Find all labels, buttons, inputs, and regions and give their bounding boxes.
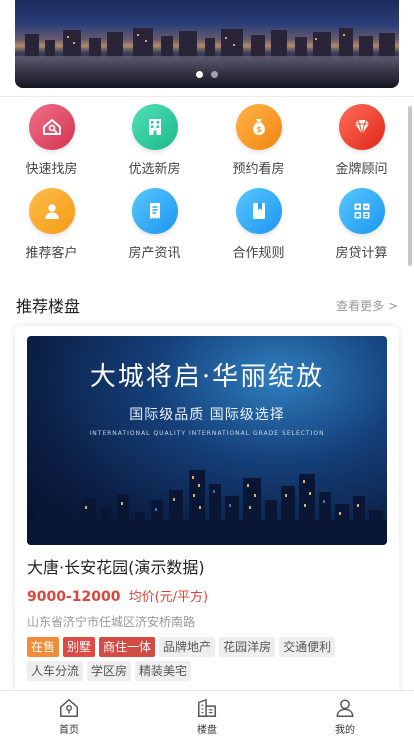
property-image[interactable]: 大城将启·华丽绽放 国际级品质 国际级选择 INTERNATIONAL QUAL…: [27, 336, 387, 545]
carousel-dot[interactable]: [196, 71, 203, 78]
menu-item-diamond[interactable]: 金牌顾问: [310, 104, 413, 177]
menu-item-money-bag[interactable]: $ 预约看房: [207, 104, 310, 177]
property-tag: 交通便利: [279, 637, 336, 657]
menu-item-label: 房贷计算: [335, 246, 388, 261]
bottom-tab-bar: 首页 楼盘 我的: [0, 690, 414, 738]
menu-item-calculator[interactable]: 房贷计算: [310, 188, 413, 261]
menu-item-label: 房产资讯: [128, 246, 181, 261]
property-card[interactable]: 大城将启·华丽绽放 国际级品质 国际级选择 INTERNATIONAL QUAL…: [15, 326, 399, 696]
menu-item-label: 预约看房: [232, 162, 285, 177]
property-tag: 商住一体: [99, 637, 156, 657]
money-bag-icon: $: [235, 104, 282, 150]
house-search-icon: [28, 104, 75, 150]
menu-item-label: 金牌顾问: [335, 162, 388, 177]
tab-properties-label: 楼盘: [197, 725, 217, 736]
property-tag: 在售: [27, 637, 60, 657]
property-address: 山东省济宁市任城区济安桥南路: [27, 615, 196, 629]
image-slogan: 大城将启·华丽绽放: [89, 362, 325, 392]
image-tagline: INTERNATIONAL QUALITY INTERNATIONAL GRAD…: [89, 430, 325, 437]
property-tag: 品牌地产: [159, 637, 216, 657]
scrollbar[interactable]: [408, 106, 412, 266]
price-unit: 均价(元/平方): [128, 590, 209, 605]
property-tag: 学区房: [87, 661, 132, 681]
tab-mine-label: 我的: [335, 725, 355, 736]
diamond-icon: [338, 104, 385, 150]
banner-carousel[interactable]: [15, 0, 399, 88]
menu-item-bookmark-book[interactable]: 合作规则: [207, 188, 310, 261]
tab-mine[interactable]: 我的: [315, 697, 375, 736]
image-subtitle: 国际级品质 国际级选择: [129, 407, 285, 423]
section-title: 推荐楼盘: [16, 297, 81, 316]
menu-item-label: 推荐客户: [25, 246, 78, 261]
tab-home-label: 首页: [59, 725, 79, 736]
menu-item-label: 优选新房: [128, 162, 181, 177]
property-tag: 精装美宅: [135, 661, 192, 681]
building-icon: [131, 104, 178, 150]
calculator-icon: [338, 188, 385, 234]
svg-text:$: $: [256, 125, 262, 134]
menu-item-document[interactable]: 房产资讯: [103, 188, 206, 261]
menu-item-label: 快速找房: [25, 162, 78, 177]
property-tag: 人车分流: [27, 661, 84, 681]
tab-properties[interactable]: 楼盘: [177, 697, 237, 736]
banner-city-skyline: [25, 28, 395, 58]
user-icon: [28, 188, 75, 234]
view-more-link[interactable]: 查看更多 >: [336, 297, 398, 314]
price-row: 9000-12000 均价(元/平方): [27, 586, 208, 605]
home-icon: [60, 699, 78, 717]
property-tags: 在售 别墅 商住一体 品牌地产 花园洋房 交通便利人车分流 学区房 精装美宅: [27, 637, 377, 681]
carousel-dot[interactable]: [211, 71, 218, 78]
document-icon: [131, 188, 178, 234]
buildings-icon: [197, 699, 217, 717]
property-price: 9000-12000: [27, 589, 121, 605]
menu-item-label: 合作规则: [232, 246, 285, 261]
person-icon: [336, 699, 354, 717]
tab-home[interactable]: 首页: [39, 697, 99, 736]
property-tag: 花园洋房: [219, 637, 276, 657]
image-skyline: [27, 470, 387, 545]
banner-area: [0, 0, 414, 98]
divider: [0, 96, 414, 97]
menu-item-user[interactable]: 推荐客户: [0, 188, 103, 261]
property-tag: 别墅: [63, 637, 96, 657]
carousel-dots: [15, 71, 399, 78]
property-name[interactable]: 大唐·长安花园(演示数据): [27, 554, 205, 578]
recommended-section-header: 推荐楼盘 查看更多 >: [16, 294, 398, 316]
bookmark-book-icon: [235, 188, 282, 234]
menu-item-house-search[interactable]: 快速找房: [0, 104, 103, 177]
menu-item-building[interactable]: 优选新房: [103, 104, 206, 177]
